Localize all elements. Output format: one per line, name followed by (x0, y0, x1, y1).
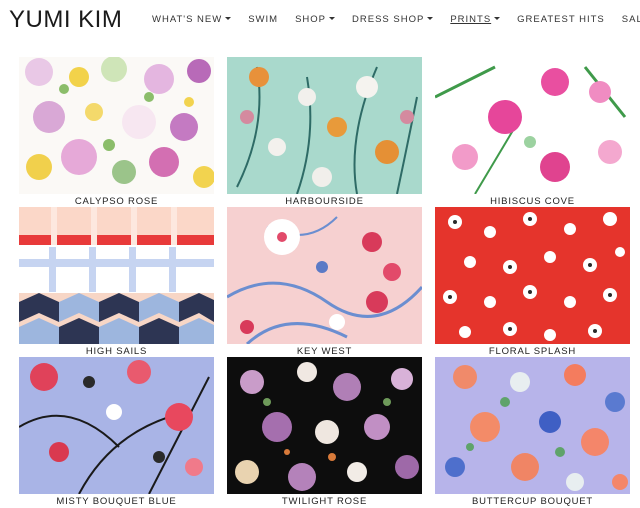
brand-logo[interactable]: YUMI KIM (9, 6, 122, 34)
nav-label: DRESS SHOP (352, 14, 425, 25)
nav-label: WHAT'S NEW (152, 14, 223, 25)
print-swatch-image[interactable] (435, 357, 630, 494)
nav-swim[interactable]: SWIM (248, 14, 278, 25)
print-name[interactable]: KEY WEST (227, 346, 422, 357)
chevron-down-icon (427, 17, 434, 20)
nav-shop[interactable]: SHOP (295, 14, 336, 25)
print-name[interactable]: CALYPSO ROSE (19, 196, 214, 207)
print-name[interactable]: MISTY BOUQUET BLUE (19, 496, 214, 507)
print-swatch-image[interactable] (19, 357, 214, 494)
chevron-down-icon (494, 17, 501, 20)
print-name[interactable]: HIBISCUS COVE (435, 196, 630, 207)
main-nav: WHAT'S NEW SWIM SHOP DRESS SHOP PRINTS G… (152, 14, 640, 25)
print-name[interactable]: FLORAL SPLASH (435, 346, 630, 357)
print-swatch-image[interactable] (435, 207, 630, 344)
print-swatch-image[interactable] (227, 57, 422, 194)
chevron-down-icon (329, 17, 336, 20)
print-swatch-image[interactable] (227, 357, 422, 494)
nav-dress-shop[interactable]: DRESS SHOP (352, 14, 434, 25)
nav-sale[interactable]: SALE (622, 14, 640, 25)
print-name[interactable]: BUTTERCUP BOUQUET (435, 496, 630, 507)
print-name[interactable]: TWILIGHT ROSE (227, 496, 422, 507)
nav-prints[interactable]: PRINTS (450, 14, 501, 25)
nav-label: SWIM (248, 14, 279, 25)
print-name[interactable]: HIGH SAILS (19, 346, 214, 357)
nav-label: PRINTS (450, 14, 492, 25)
print-swatch-image[interactable] (19, 57, 214, 194)
print-name[interactable]: HARBOURSIDE (227, 196, 422, 207)
nav-whats-new[interactable]: WHAT'S NEW (152, 14, 232, 25)
nav-greatest-hits[interactable]: GREATEST HITS (517, 14, 605, 25)
print-swatch-image[interactable] (435, 57, 630, 194)
nav-label: SALE (621, 14, 640, 25)
print-swatch-image[interactable] (227, 207, 422, 344)
print-swatch-image[interactable] (19, 207, 214, 344)
nav-label: SHOP (295, 14, 327, 25)
nav-label: GREATEST HITS (517, 14, 605, 25)
site-header: YUMI KIM WHAT'S NEW SWIM SHOP DRESS SHOP… (0, 0, 640, 40)
chevron-down-icon (225, 17, 232, 20)
